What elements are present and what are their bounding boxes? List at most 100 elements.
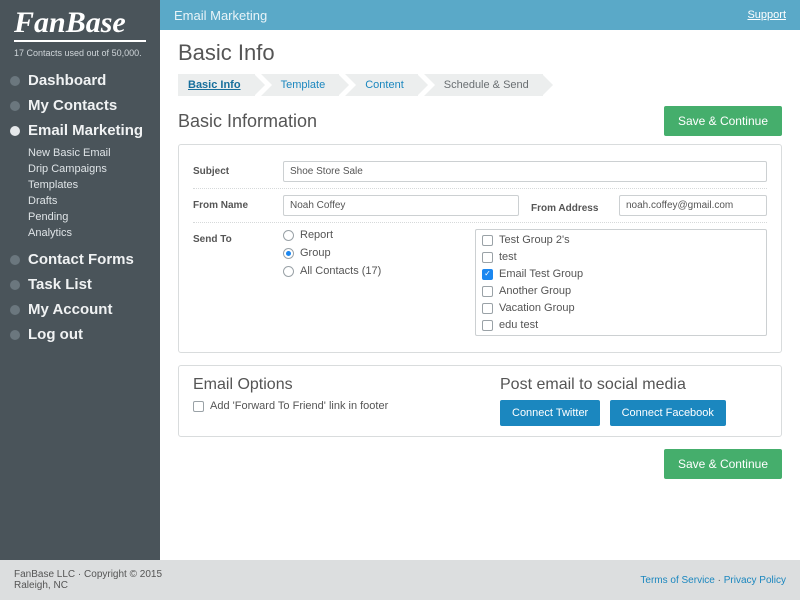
group-another-group[interactable]: Another Group — [482, 285, 760, 297]
tos-link[interactable]: Terms of Service — [640, 575, 714, 586]
breadcrumb: Basic Info TemplateContent Schedule & Send — [178, 74, 782, 96]
usage-text: 17 Contacts used out of 50,000. — [0, 48, 160, 68]
nav-item-task-list[interactable]: Task List — [0, 272, 160, 297]
nav-label: Task List — [28, 276, 92, 293]
crumb-basic-info[interactable]: Basic Info — [178, 74, 255, 96]
nav-item-contact-forms[interactable]: Contact Forms — [0, 247, 160, 272]
email-options-heading: Email Options — [193, 376, 460, 394]
bullet-icon — [10, 126, 20, 136]
group-label: Another Group — [499, 285, 571, 297]
footer-left: FanBase LLC · Copyright © 2015 Raleigh, … — [14, 569, 162, 591]
radio-label: All Contacts (17) — [300, 265, 381, 277]
checkbox-icon — [482, 286, 493, 297]
from-name-input[interactable] — [283, 195, 519, 216]
nav-item-email-marketing[interactable]: Email Marketing — [0, 118, 160, 143]
email-options-col: Email Options Add 'Forward To Friend' li… — [193, 376, 460, 426]
subject-input[interactable] — [283, 161, 767, 182]
subnav-analytics[interactable]: Analytics — [28, 225, 160, 241]
radio-all-contacts-[interactable]: All Contacts (17) — [283, 265, 463, 277]
crumb-content[interactable]: Content — [345, 74, 418, 96]
nav-label: Contact Forms — [28, 251, 134, 268]
forward-label: Add 'Forward To Friend' link in footer — [210, 400, 388, 412]
checkbox-icon — [482, 235, 493, 246]
bullet-icon — [10, 305, 20, 315]
nav-item-my-contacts[interactable]: My Contacts — [0, 93, 160, 118]
checkbox-icon — [482, 303, 493, 314]
nav-label: Email Marketing — [28, 122, 143, 139]
group-label: edu test — [499, 319, 538, 331]
group-label: Email Test Group — [499, 268, 583, 280]
content: Basic Info Basic Info TemplateContent Sche… — [160, 30, 800, 491]
radio-icon — [283, 248, 294, 259]
section-header-row: Basic Information Save & Continue — [178, 106, 782, 136]
subnav-new-basic-email[interactable]: New Basic Email — [28, 145, 160, 161]
group-label: Test Group 2's — [499, 234, 570, 246]
label-from-name: From Name — [193, 195, 283, 211]
radio-label: Group — [300, 247, 331, 259]
nav-item-log-out[interactable]: Log out — [0, 322, 160, 347]
options-panel: Email Options Add 'Forward To Friend' li… — [178, 365, 782, 437]
brand-logo: FanBase — [0, 0, 160, 38]
privacy-link[interactable]: Privacy Policy — [724, 575, 786, 586]
social-heading: Post email to social media — [500, 376, 767, 394]
checkbox-icon — [193, 401, 204, 412]
row-subject: Subject — [193, 155, 767, 189]
group-test[interactable]: test — [482, 251, 760, 263]
connect-facebook-button[interactable]: Connect Facebook — [610, 400, 726, 426]
checkbox-icon — [482, 320, 493, 331]
connect-twitter-button[interactable]: Connect Twitter — [500, 400, 600, 426]
nav-label: Log out — [28, 326, 83, 343]
footer-copyright: FanBase LLC · Copyright © 2015 — [14, 569, 162, 580]
nav-item-dashboard[interactable]: Dashboard — [0, 68, 160, 93]
group-vacation-group[interactable]: Vacation Group — [482, 302, 760, 314]
bullet-icon — [10, 101, 20, 111]
from-address-input[interactable] — [619, 195, 767, 216]
radio-icon — [283, 230, 294, 241]
row-from: From Name From Address — [193, 189, 767, 223]
topbar-title: Email Marketing — [174, 8, 267, 23]
support-link[interactable]: Support — [747, 9, 786, 21]
nav-item-my-account[interactable]: My Account — [0, 297, 160, 322]
footer: FanBase LLC · Copyright © 2015 Raleigh, … — [0, 560, 800, 600]
page-title: Basic Info — [178, 40, 782, 66]
main-area: Email Marketing Support Basic Info Basic… — [160, 0, 800, 560]
label-subject: Subject — [193, 161, 283, 177]
radio-report[interactable]: Report — [283, 229, 463, 241]
bullet-icon — [10, 255, 20, 265]
checkbox-icon — [482, 269, 493, 280]
save-continue-button-bottom[interactable]: Save & Continue — [664, 449, 782, 479]
section-title: Basic Information — [178, 111, 317, 132]
subnav-drafts[interactable]: Drafts — [28, 193, 160, 209]
save-continue-button-top[interactable]: Save & Continue — [664, 106, 782, 136]
nav-label: My Account — [28, 301, 112, 318]
crumb-template[interactable]: Template — [261, 74, 340, 96]
group-test-group-2-s[interactable]: Test Group 2's — [482, 234, 760, 246]
group-edu-test[interactable]: edu test — [482, 319, 760, 331]
basic-info-panel: Subject From Name From Address Send To R… — [178, 144, 782, 353]
subnav-templates[interactable]: Templates — [28, 177, 160, 193]
logo-underline — [14, 40, 146, 42]
radio-label: Report — [300, 229, 333, 241]
forward-to-friend-checkbox[interactable]: Add 'Forward To Friend' link in footer — [193, 400, 460, 412]
subnav-drip-campaigns[interactable]: Drip Campaigns — [28, 161, 160, 177]
nav-label: My Contacts — [28, 97, 117, 114]
footer-sep: · — [715, 575, 724, 586]
topbar: Email Marketing Support — [160, 0, 800, 30]
bullet-icon — [10, 330, 20, 340]
bullet-icon — [10, 76, 20, 86]
group-label: test — [499, 251, 517, 263]
row-send-to: Send To Report Group All Contacts (17) Tes… — [193, 223, 767, 342]
sidebar: FanBase 17 Contacts used out of 50,000. … — [0, 0, 160, 560]
nav-label: Dashboard — [28, 72, 106, 89]
groups-listbox[interactable]: Test Group 2's test Email Test Group Anothe… — [475, 229, 767, 336]
label-send-to: Send To — [193, 229, 283, 245]
radio-group[interactable]: Group — [283, 247, 463, 259]
group-label: Vacation Group — [499, 302, 575, 314]
social-col: Post email to social media Connect Twitt… — [500, 376, 767, 426]
group-email-test-group[interactable]: Email Test Group — [482, 268, 760, 280]
crumb-schedule-send[interactable]: Schedule & Send — [424, 74, 543, 96]
subnav-pending[interactable]: Pending — [28, 209, 160, 225]
radio-icon — [283, 266, 294, 277]
label-from-address: From Address — [531, 198, 611, 214]
sub-nav: New Basic EmailDrip CampaignsTemplatesDr… — [0, 143, 160, 247]
